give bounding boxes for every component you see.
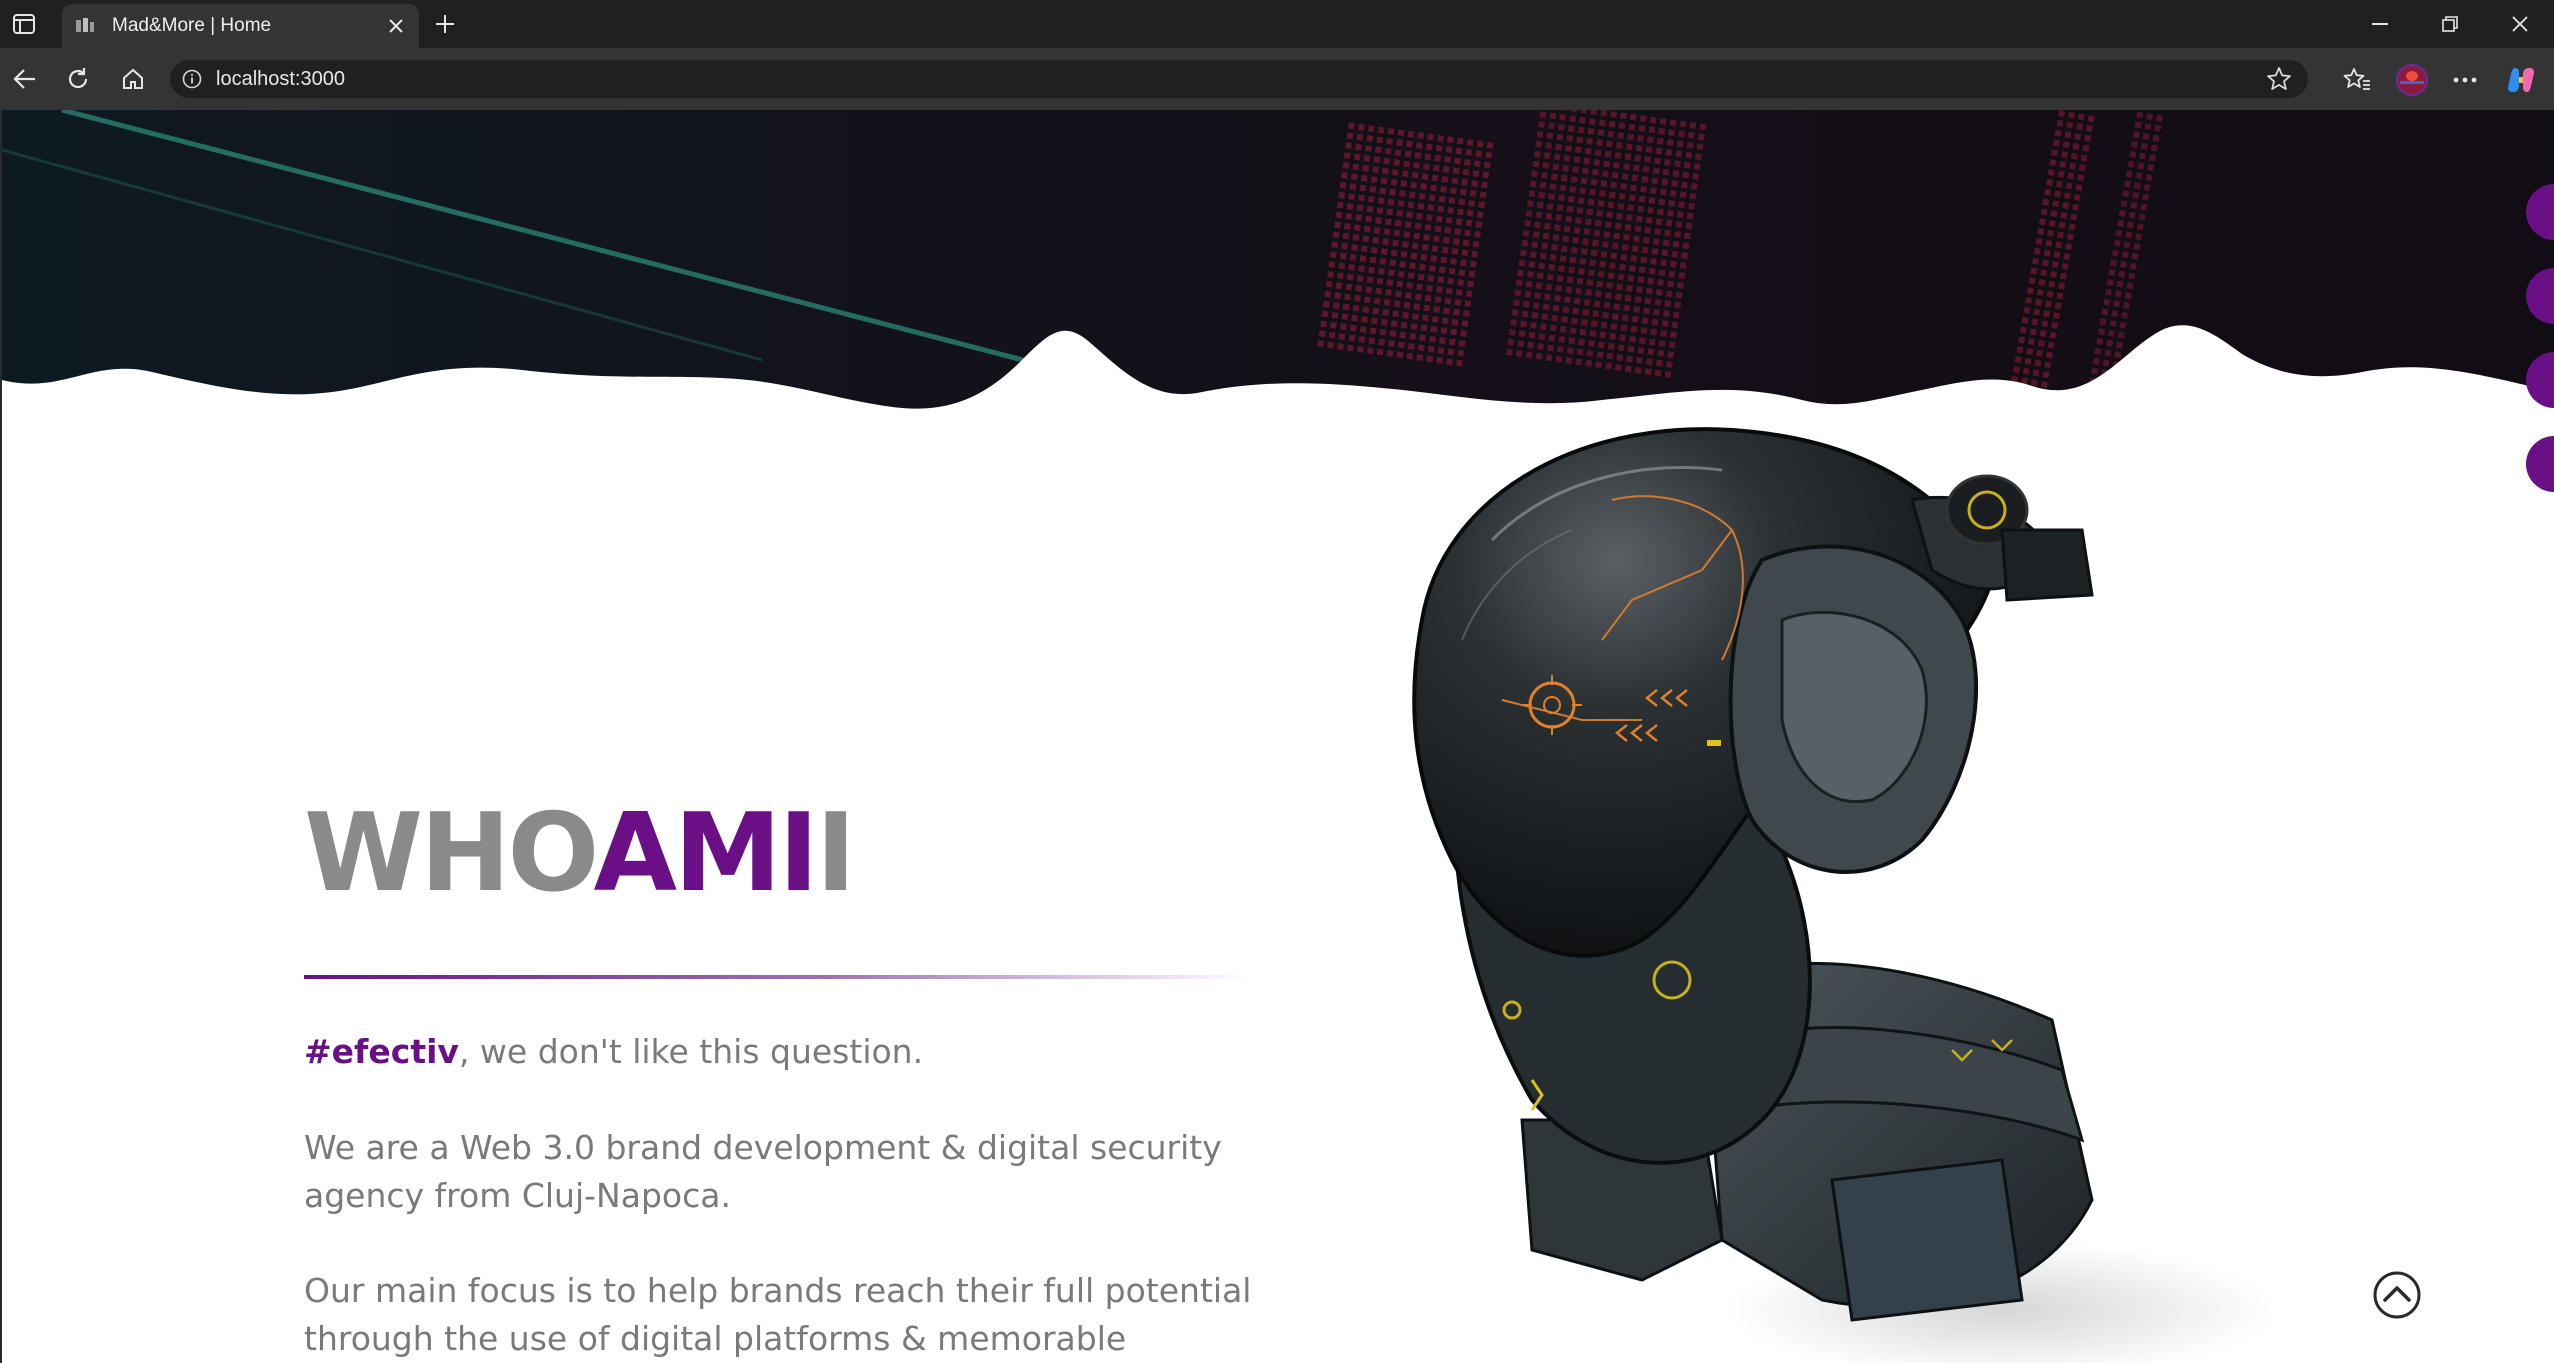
back-icon[interactable] — [7, 62, 43, 96]
favorites-icon[interactable] — [2340, 64, 2374, 96]
scroll-to-top-button[interactable] — [2372, 1270, 2422, 1320]
chevron-up-icon — [2373, 1271, 2421, 1319]
profile-avatar[interactable] — [2395, 64, 2429, 96]
paragraph-agency: We are a Web 3.0 brand development & dig… — [304, 1128, 1222, 1215]
hashtag: #efectiv — [304, 1032, 459, 1071]
tab-title: Mad&More | Home — [112, 15, 272, 36]
intro-text: , we don't like this question. — [458, 1032, 924, 1071]
close-window-icon[interactable] — [2485, 0, 2554, 48]
copilot-icon[interactable] — [2504, 64, 2538, 96]
web-page: WHOAMII #efectiv, we don't like this que… — [0, 110, 2554, 1363]
tab-actions-icon[interactable] — [10, 12, 38, 36]
home-icon[interactable] — [115, 62, 151, 96]
side-nav-dots — [2526, 184, 2554, 520]
side-nav-dot[interactable] — [2526, 268, 2554, 324]
restore-icon[interactable] — [2415, 0, 2485, 48]
reload-icon[interactable] — [60, 62, 96, 96]
star-icon[interactable] — [2264, 64, 2294, 94]
browser-titlebar: Mad&More | Home — [0, 0, 2554, 48]
close-icon[interactable] — [383, 13, 409, 39]
paragraph-focus: Our main focus is to help brands reach t… — [304, 1271, 1252, 1358]
side-nav-dot[interactable] — [2526, 184, 2554, 240]
side-nav-dot[interactable] — [2526, 352, 2554, 408]
plus-icon[interactable] — [430, 10, 460, 38]
page-headline: WHOAMII — [304, 800, 856, 908]
headline-am: AMI — [593, 791, 818, 916]
robot-helmet-image — [1412, 427, 2094, 1322]
info-icon[interactable] — [180, 67, 204, 91]
browser-toolbar: localhost:3000 — [0, 48, 2554, 110]
side-nav-dot[interactable] — [2526, 436, 2554, 492]
headline-i: I — [815, 791, 856, 916]
minimize-icon[interactable] — [2345, 0, 2415, 48]
url-text: localhost:3000 — [216, 67, 345, 90]
browser-tab-active[interactable]: Mad&More | Home — [62, 4, 419, 48]
hero-background-image — [2, 110, 2554, 450]
headline-divider — [304, 975, 1254, 979]
address-bar[interactable]: localhost:3000 — [170, 60, 2308, 98]
more-icon[interactable] — [2448, 64, 2482, 96]
favicon-icon — [74, 15, 96, 37]
intro-line: #efectiv, we don't like this question. — [304, 1028, 1264, 1076]
headline-who: WHO — [304, 791, 596, 916]
